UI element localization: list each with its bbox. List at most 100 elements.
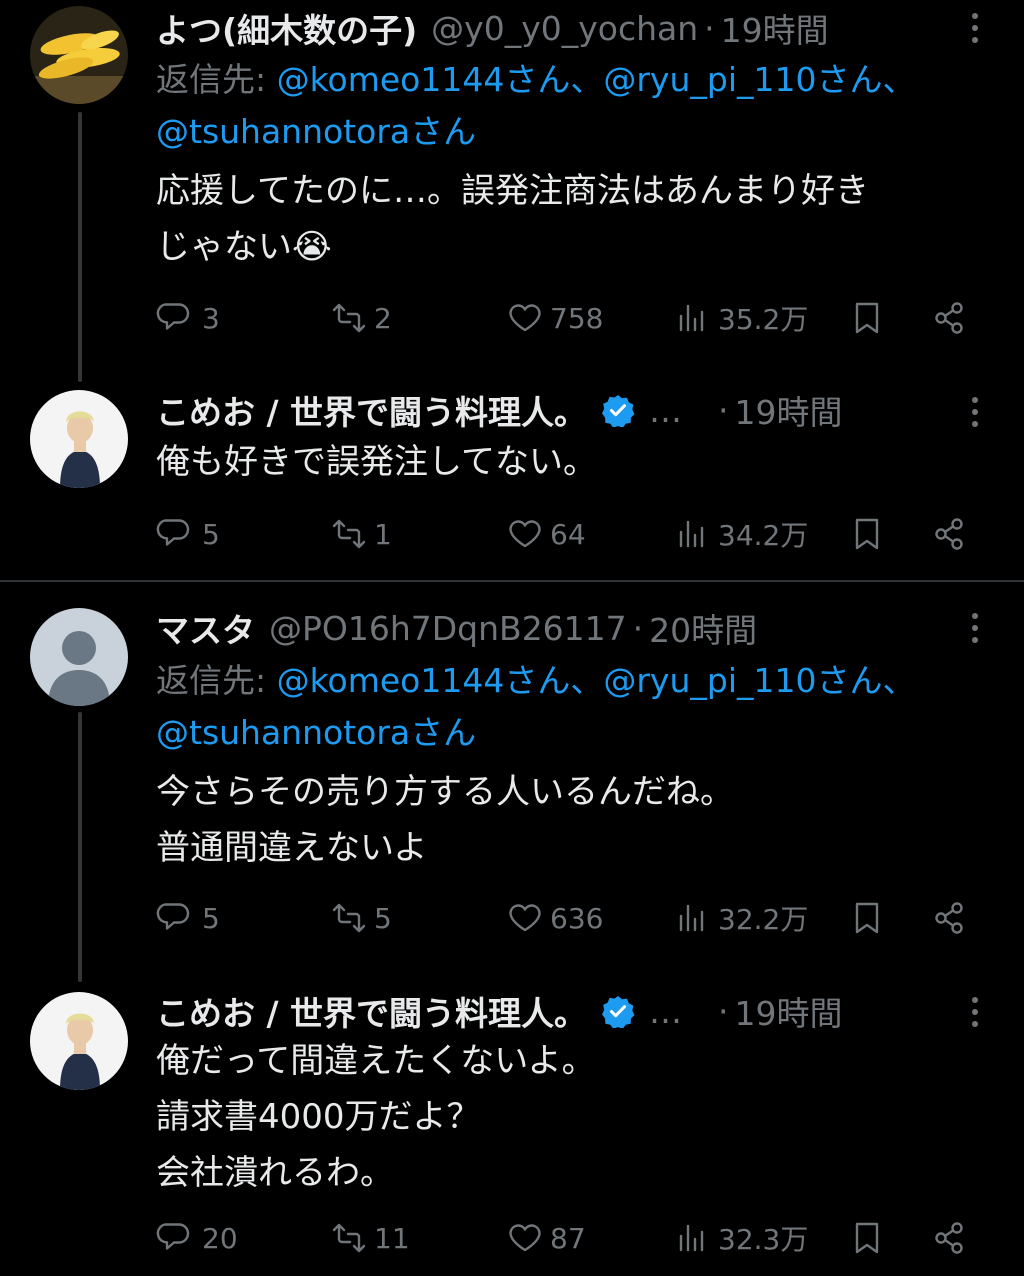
reply-mentions[interactable]: @tsuhannotoraさん bbox=[156, 713, 476, 752]
retweet-button[interactable]: 1 bbox=[328, 509, 392, 559]
heart-icon bbox=[509, 1224, 541, 1252]
timestamp[interactable]: 20時間 bbox=[649, 604, 757, 652]
avatar[interactable] bbox=[30, 608, 128, 706]
reply-button[interactable]: 5 bbox=[156, 893, 220, 943]
views-button[interactable]: 34.2万 bbox=[672, 509, 808, 559]
avatar[interactable] bbox=[30, 390, 128, 488]
reply-count: 3 bbox=[202, 301, 220, 335]
timestamp[interactable]: 19時間 bbox=[735, 987, 843, 1035]
retweet-button[interactable]: 5 bbox=[328, 893, 392, 943]
views-button[interactable]: 35.2万 bbox=[672, 293, 808, 343]
reply-mentions[interactable]: @tsuhannotoraさん bbox=[156, 112, 476, 151]
more-options-icon[interactable] bbox=[960, 392, 990, 432]
retweet-count: 11 bbox=[374, 1221, 410, 1255]
share-button[interactable] bbox=[928, 893, 970, 943]
bookmark-button[interactable] bbox=[846, 509, 888, 559]
bookmark-icon bbox=[855, 902, 879, 934]
reply-to-line: 返信先: @komeo1144さん、@ryu_pi_110さん、 bbox=[156, 54, 915, 106]
reply-icon bbox=[156, 519, 190, 546]
tweet-text: 俺も好きで誤発注してない。 bbox=[156, 434, 597, 490]
like-count: 636 bbox=[550, 901, 604, 935]
truncation-ellipsis: … bbox=[649, 390, 683, 430]
retweet-count: 2 bbox=[374, 301, 392, 335]
reply-icon bbox=[156, 303, 190, 330]
retweet-button[interactable]: 11 bbox=[328, 1213, 410, 1263]
avatar[interactable] bbox=[30, 992, 128, 1090]
bookmark-button[interactable] bbox=[846, 1213, 888, 1263]
share-button[interactable] bbox=[928, 293, 970, 343]
bookmark-icon bbox=[855, 302, 879, 334]
user-handle[interactable]: @PO16h7DqnB26117 bbox=[269, 609, 627, 648]
more-options-icon[interactable] bbox=[960, 992, 990, 1032]
heart-icon bbox=[509, 520, 541, 548]
thread-connector-line bbox=[78, 712, 82, 982]
reply-count: 5 bbox=[202, 517, 220, 551]
more-options-icon[interactable] bbox=[960, 608, 990, 648]
display-name[interactable]: マスタ bbox=[156, 604, 255, 652]
retweet-count: 5 bbox=[374, 901, 392, 935]
tweet-text-line: 会社潰れるわ。 bbox=[156, 1153, 394, 1193]
tweet-text-line: 請求書4000万だよ？ bbox=[156, 1097, 481, 1137]
like-count: 87 bbox=[550, 1221, 586, 1255]
tweet-header: マスタ @PO16h7DqnB26117 · 20時間 bbox=[156, 604, 757, 652]
view-count: 32.3万 bbox=[718, 1223, 809, 1256]
views-icon bbox=[679, 904, 704, 932]
share-button[interactable] bbox=[928, 1213, 970, 1263]
view-count: 32.2万 bbox=[718, 903, 809, 936]
views-button[interactable]: 32.3万 bbox=[672, 1213, 808, 1263]
bookmark-button[interactable] bbox=[846, 893, 888, 943]
reply-to-label: 返信先: bbox=[156, 661, 277, 700]
tweet-text: 俺だって間違えたくないよ。 請求書4000万だよ？ 会社潰れるわ。 bbox=[156, 1033, 596, 1201]
display-name[interactable]: こめお / 世界で闘う料理人。 bbox=[156, 386, 587, 434]
tweet-text-line: 今さらその売り方する人いるんだね。 bbox=[156, 772, 734, 812]
bookmark-button[interactable] bbox=[846, 293, 888, 343]
reply-icon bbox=[156, 1223, 190, 1250]
timestamp[interactable]: 19時間 bbox=[735, 386, 843, 434]
like-count: 758 bbox=[550, 301, 604, 335]
tweet-text-line: 俺も好きで誤発注してない。 bbox=[156, 442, 597, 482]
reply-button[interactable]: 20 bbox=[156, 1213, 238, 1263]
like-button[interactable]: 758 bbox=[504, 293, 603, 343]
user-handle[interactable]: @y0_y0_yochan bbox=[431, 9, 698, 48]
share-button[interactable] bbox=[928, 509, 970, 559]
more-options-icon[interactable] bbox=[960, 8, 990, 48]
retweet-icon bbox=[332, 903, 366, 933]
share-icon bbox=[935, 902, 963, 934]
verified-badge-icon bbox=[601, 994, 635, 1028]
heart-icon bbox=[509, 904, 541, 932]
reply-button[interactable]: 3 bbox=[156, 293, 220, 343]
action-bar: 3 2 758 35.2万 bbox=[156, 293, 976, 343]
share-icon bbox=[935, 302, 963, 334]
reply-icon bbox=[156, 903, 190, 930]
like-button[interactable]: 64 bbox=[504, 509, 586, 559]
tweet-text: 応援してたのに…。誤発注商法はあんまり好き じゃない😭 bbox=[156, 163, 869, 275]
display-name[interactable]: よつ(細木数の子) bbox=[156, 4, 417, 52]
separator-dot: · bbox=[718, 390, 729, 430]
timestamp[interactable]: 19時間 bbox=[721, 4, 829, 52]
reply-count: 20 bbox=[202, 1221, 238, 1255]
views-button[interactable]: 32.2万 bbox=[672, 893, 808, 943]
conversation-divider bbox=[0, 580, 1024, 582]
like-button[interactable]: 636 bbox=[504, 893, 603, 943]
reply-to-label: 返信先: bbox=[156, 60, 277, 99]
tweet-header: よつ(細木数の子) @y0_y0_yochan · 19時間 bbox=[156, 4, 829, 52]
tweet-text: 今さらその売り方する人いるんだね。 普通間違えないよ bbox=[156, 764, 734, 876]
retweet-button[interactable]: 2 bbox=[328, 293, 392, 343]
like-button[interactable]: 87 bbox=[504, 1213, 586, 1263]
share-icon bbox=[935, 1222, 963, 1254]
heart-icon bbox=[509, 304, 541, 332]
tweet-text-line: じゃない😭 bbox=[156, 227, 332, 267]
avatar[interactable] bbox=[30, 6, 128, 104]
reply-mentions[interactable]: @komeo1144さん、@ryu_pi_110さん、 bbox=[277, 661, 916, 700]
tweet-text-line: 普通間違えないよ bbox=[156, 828, 428, 868]
share-icon bbox=[935, 518, 963, 550]
display-name[interactable]: こめお / 世界で闘う料理人。 bbox=[156, 987, 587, 1035]
view-count: 34.2万 bbox=[718, 519, 809, 552]
separator-dot: · bbox=[704, 8, 715, 48]
reply-mentions[interactable]: @komeo1144さん、@ryu_pi_110さん、 bbox=[277, 60, 916, 99]
bookmark-icon bbox=[855, 518, 879, 550]
retweet-icon bbox=[332, 303, 366, 333]
truncation-ellipsis: … bbox=[649, 991, 683, 1031]
retweet-icon bbox=[332, 1223, 366, 1253]
reply-button[interactable]: 5 bbox=[156, 509, 220, 559]
